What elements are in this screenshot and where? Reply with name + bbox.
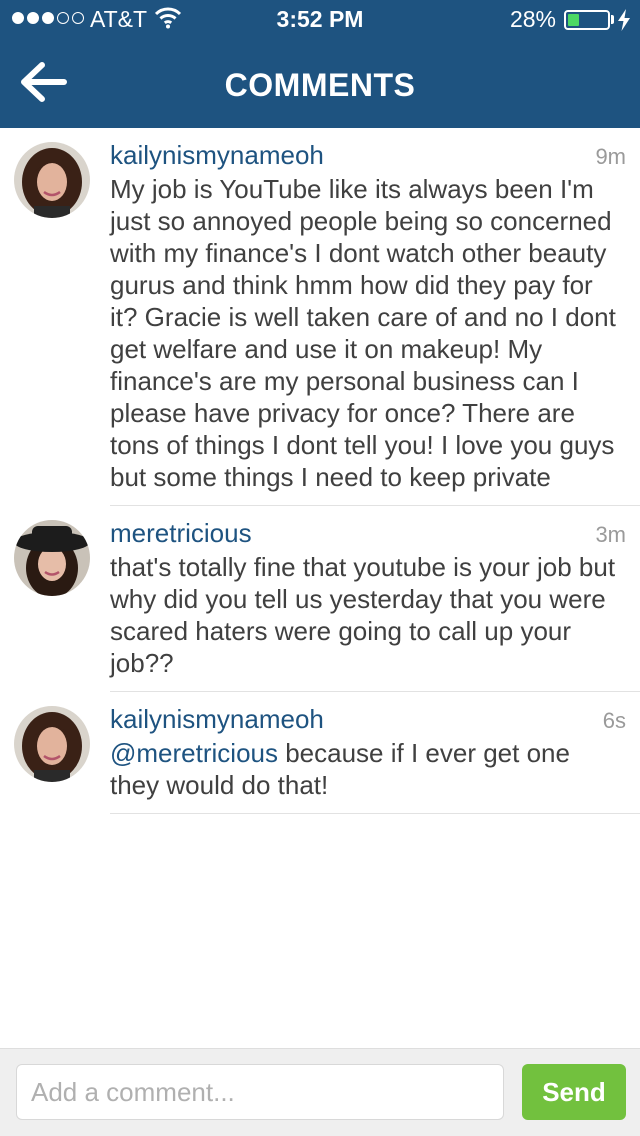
comment-item: kailynismynameoh 6s @meretricious becaus… — [0, 692, 640, 814]
battery-icon — [564, 10, 610, 30]
comment-username[interactable]: kailynismynameoh — [110, 704, 324, 735]
send-button[interactable]: Send — [522, 1064, 626, 1120]
avatar[interactable] — [14, 520, 90, 596]
charging-bolt-icon — [618, 9, 630, 31]
avatar[interactable] — [14, 706, 90, 782]
comment-timestamp: 9m — [595, 144, 626, 169]
battery-percentage: 28% — [509, 6, 556, 32]
status-bar: AT&T 3:52 PM 28% — [0, 0, 640, 40]
comment-body: kailynismynameoh 6s @meretricious becaus… — [110, 692, 640, 814]
comment-timestamp: 3m — [595, 522, 626, 547]
comment-body: meretricious 3m that's totally fine that… — [110, 506, 640, 692]
comments-list: kailynismynameoh 9m My job is YouTube li… — [0, 128, 640, 814]
comment-username[interactable]: kailynismynameoh — [110, 140, 324, 171]
comment-body: kailynismynameoh 9m My job is YouTube li… — [110, 128, 640, 506]
page-title: COMMENTS — [224, 67, 416, 103]
comment-text: that's totally fine that youtube is your… — [110, 552, 616, 678]
comment-text: @meretricious because if I ever get one … — [110, 737, 626, 801]
top-bar: AT&T 3:52 PM 28% COMMENTS — [0, 0, 640, 128]
comment-username[interactable]: meretricious — [110, 518, 252, 549]
battery-nub — [611, 15, 614, 24]
battery-level-fill — [568, 14, 579, 26]
comment-mention-link[interactable]: @meretricious — [110, 738, 278, 768]
comment-item: meretricious 3m that's totally fine that… — [0, 506, 640, 692]
comment-timestamp: 6s — [602, 708, 626, 733]
comment-item: kailynismynameoh 9m My job is YouTube li… — [0, 128, 640, 506]
nav-bar: COMMENTS — [0, 40, 640, 128]
avatar[interactable] — [14, 142, 90, 218]
comment-input[interactable] — [16, 1064, 504, 1120]
comment-text: My job is YouTube like its always been I… — [110, 174, 616, 492]
comment-composer: Send — [0, 1048, 640, 1136]
